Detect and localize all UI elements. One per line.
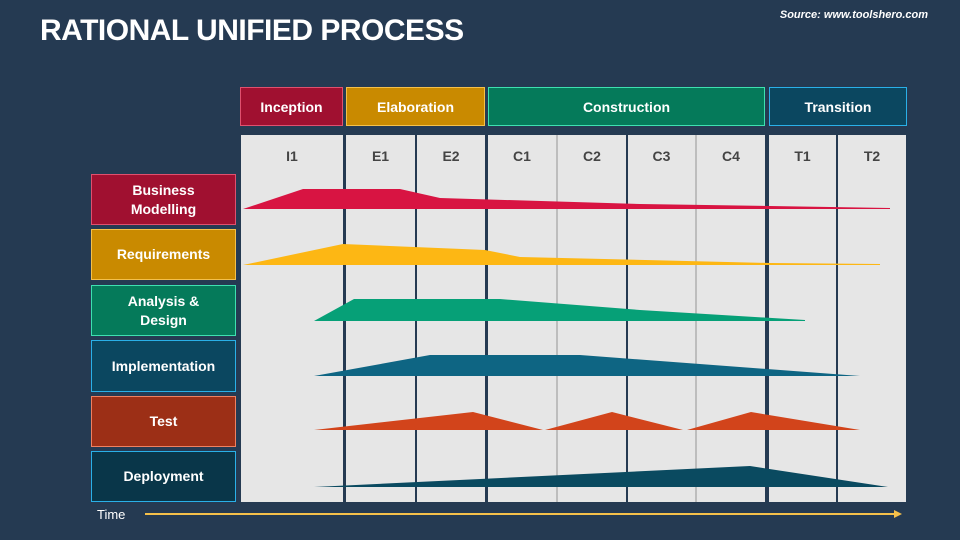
effort-hump-analysis-design xyxy=(314,299,805,321)
effort-hump-requirements xyxy=(243,244,880,265)
time-arrow-head xyxy=(894,510,902,518)
effort-hump-test-1 xyxy=(314,412,543,430)
effort-hump-implementation xyxy=(314,355,860,376)
effort-hump-deployment xyxy=(314,466,888,487)
effort-hump-business-modelling xyxy=(243,189,890,209)
effort-shapes xyxy=(145,189,902,518)
effort-hump-test-3 xyxy=(687,412,860,430)
time-label: Time xyxy=(97,507,126,522)
effort-hump-test-2 xyxy=(545,412,683,430)
